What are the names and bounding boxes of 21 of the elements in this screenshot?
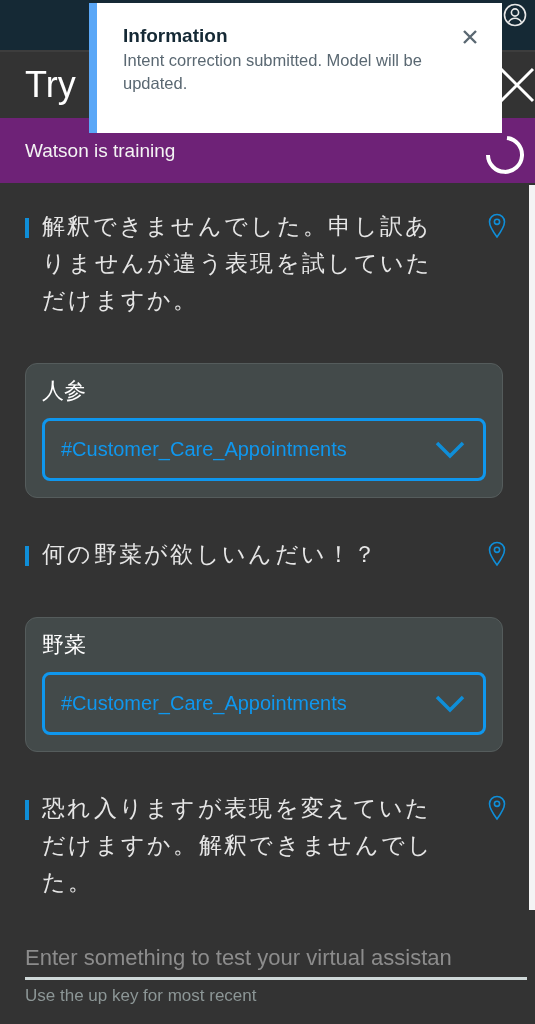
- helper-text: Use the up key for most recent: [25, 986, 258, 1006]
- location-pin-icon[interactable]: [488, 213, 506, 239]
- user-icon[interactable]: [503, 3, 527, 27]
- chevron-down-icon: [435, 694, 465, 713]
- user-message: 野菜: [42, 631, 87, 659]
- assistant-message: 解釈できませんでした。申し訳ありませんが違う表現を試していただけますか。: [42, 212, 434, 315]
- training-status: Watson is training: [25, 139, 176, 162]
- message-input[interactable]: Enter something to test your virtual assistan: [25, 941, 527, 980]
- spinner-icon: [485, 134, 525, 175]
- toast-message: Intent correction submitted. Model will be updated.: [123, 50, 423, 94]
- toast-title: Information: [123, 25, 229, 47]
- location-pin-icon[interactable]: [488, 795, 506, 821]
- user-message: 人参: [42, 377, 87, 405]
- intent-dropdown[interactable]: #Customer_Care_Appointments: [42, 418, 486, 481]
- close-icon[interactable]: [462, 29, 478, 45]
- intent-dropdown[interactable]: #Customer_Care_Appointments: [42, 672, 486, 735]
- location-pin-icon[interactable]: [488, 541, 506, 567]
- chevron-down-icon: [435, 440, 465, 459]
- assistant-message: 何の野菜が欲しいんだい！？: [42, 540, 379, 569]
- panel-title: Try: [25, 64, 76, 106]
- assistant-message: 恐れ入りますが表現を変えていただけますか。解釈できませんでした。: [42, 794, 435, 897]
